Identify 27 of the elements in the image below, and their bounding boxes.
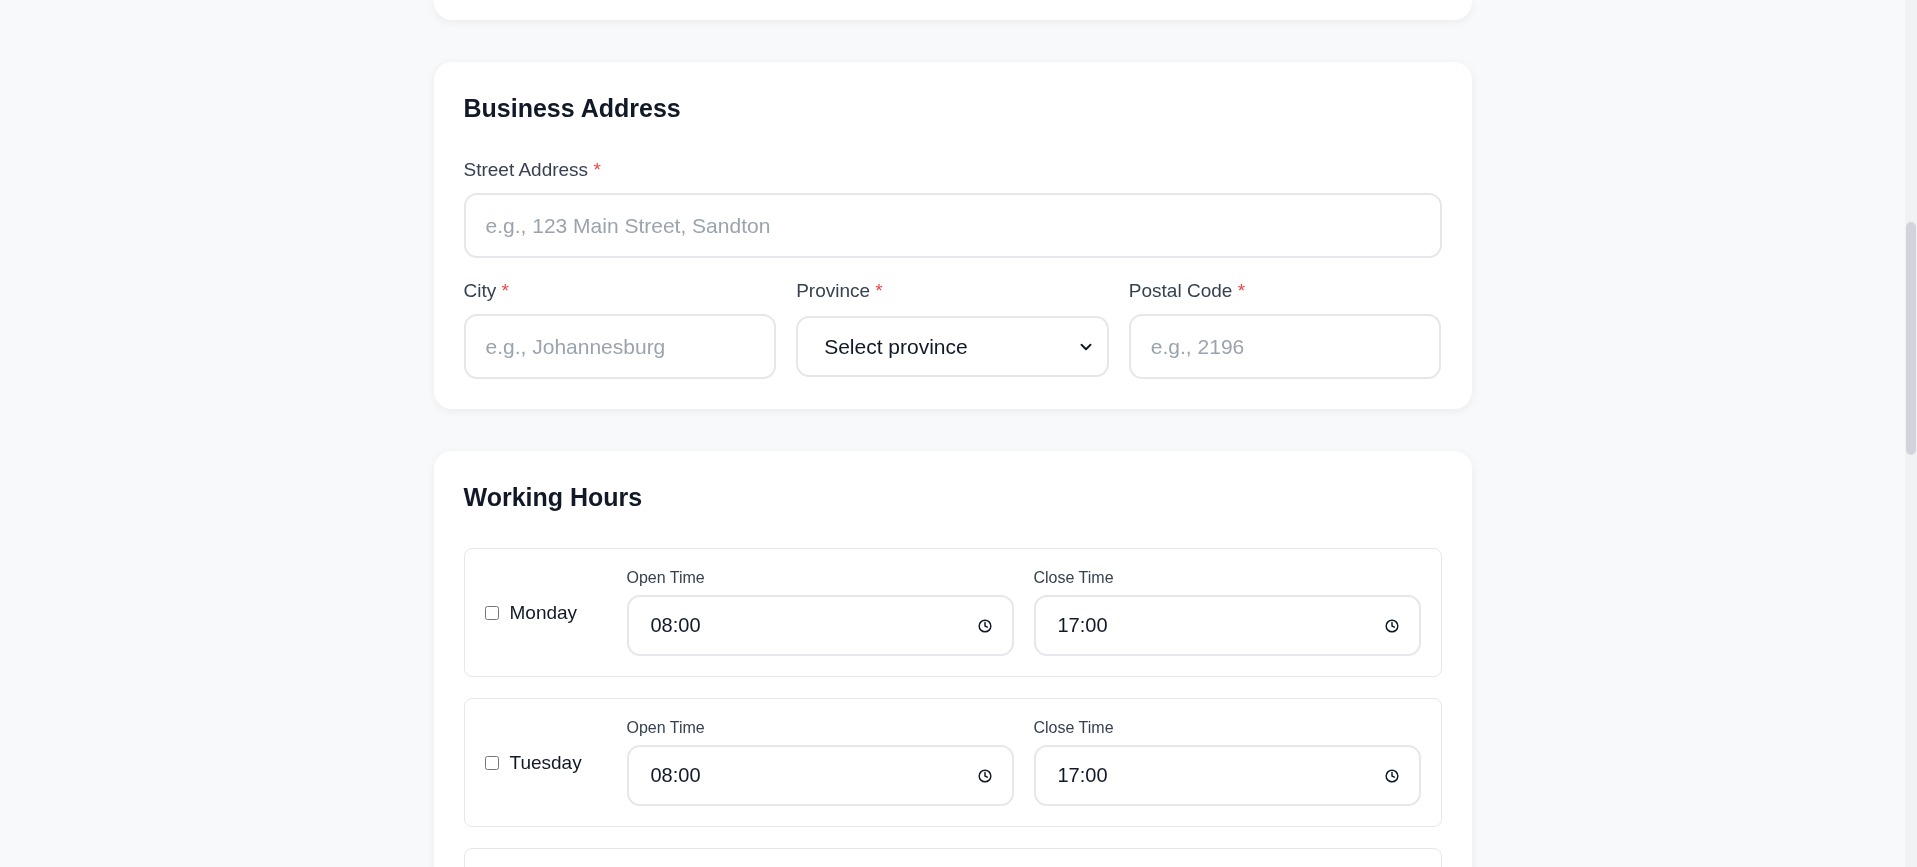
input-field[interactable]: e.g., 2196: [1128, 314, 1442, 379]
day-checkbox[interactable]: [484, 605, 499, 620]
clock-icon: [977, 618, 992, 633]
field-label: Close Time: [1033, 719, 1114, 737]
select-field[interactable]: Select province: [796, 316, 1109, 377]
field-label: Open Time: [626, 719, 705, 737]
input-field[interactable]: e.g., Johannesburg: [463, 314, 777, 379]
day-name: Tuesday: [509, 751, 582, 774]
field-label: Close Time: [1033, 569, 1114, 587]
field-label: Province *: [796, 280, 883, 302]
scrollbar-thumb[interactable]: [1906, 222, 1916, 455]
clock-icon: [977, 768, 992, 783]
field-label: Open Time: [626, 569, 705, 587]
time-field[interactable]: 17:00: [1033, 745, 1421, 806]
clock-icon: [1384, 618, 1399, 633]
time-field[interactable]: 08:00: [626, 595, 1014, 656]
clock-icon: [1384, 768, 1399, 783]
section-title: Business Address: [463, 94, 681, 123]
day-name: Monday: [509, 601, 578, 624]
field-label: City *: [463, 280, 509, 302]
field-label: Postal Code *: [1128, 280, 1246, 302]
field-label: Street Address *: [463, 159, 601, 181]
section-title: Working Hours: [463, 483, 643, 512]
time-field[interactable]: 08:00: [626, 745, 1014, 806]
input-field[interactable]: e.g., 123 Main Street, Sandton: [463, 193, 1442, 258]
time-field[interactable]: 17:00: [1033, 595, 1421, 656]
day-checkbox[interactable]: [484, 755, 499, 770]
